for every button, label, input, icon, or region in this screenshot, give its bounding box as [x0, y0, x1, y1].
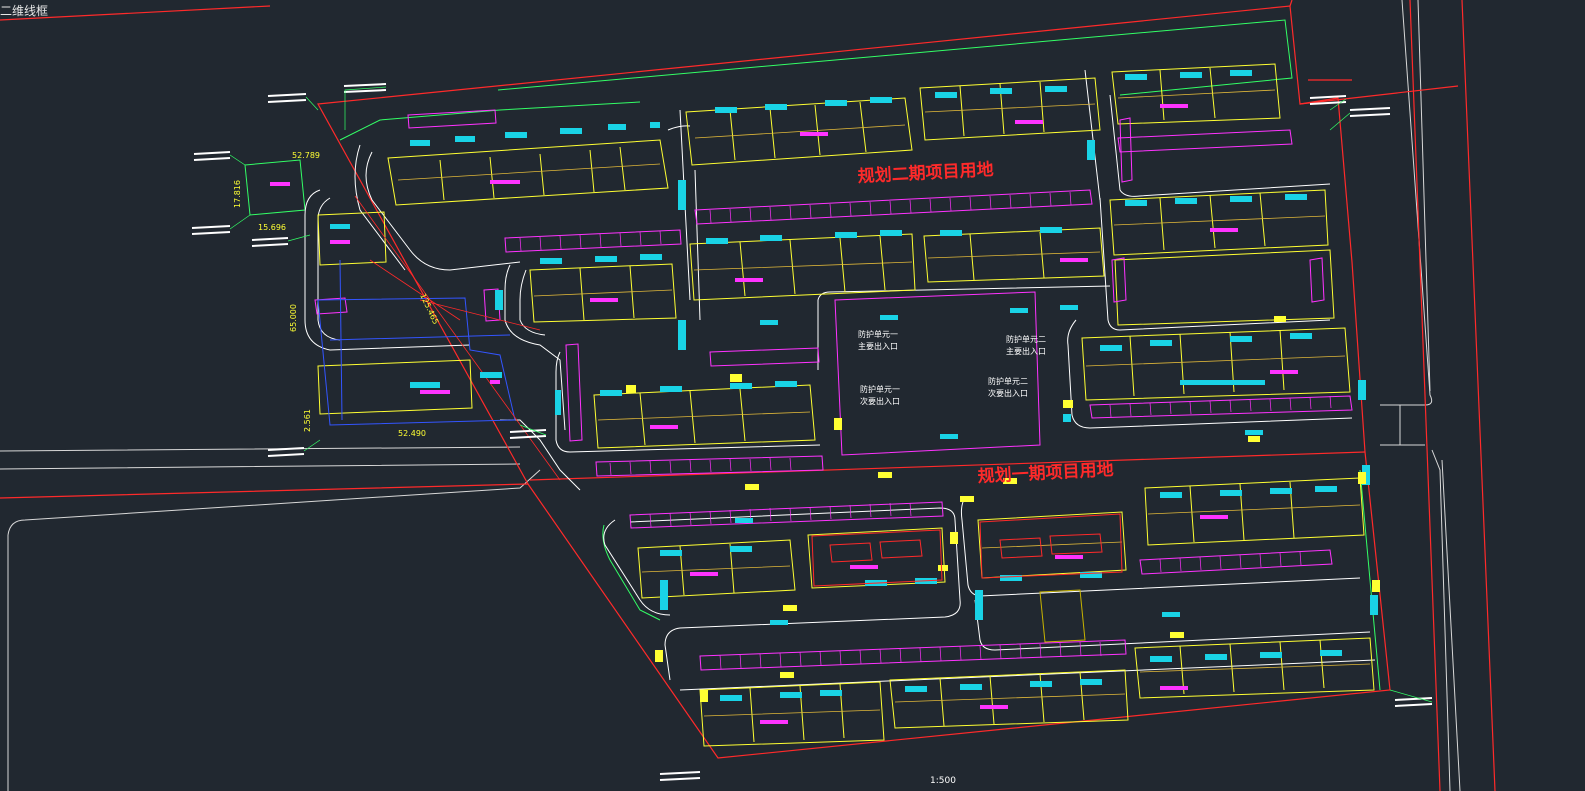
entrance-2-line2: 主要出入口 — [1006, 346, 1046, 356]
scale-label: 1:500 — [930, 776, 956, 786]
dimension-top: 52.789 — [292, 151, 320, 160]
dimension-bottom: 15.696 — [258, 223, 286, 232]
entrance-3-line1: 防护单元一 — [860, 384, 900, 394]
cyan-labels — [330, 70, 1378, 701]
entrance-1-line1: 防护单元一 — [858, 329, 898, 339]
dimension-small: 2.561 — [303, 409, 312, 432]
dimension-labels: 52.789 17.816 15.696 125.465 65.000 2.56… — [233, 151, 440, 438]
dimension-left: 17.816 — [233, 180, 242, 208]
dimension-base: 52.490 — [398, 429, 426, 438]
entrance-4-line1: 防护单元二 — [988, 376, 1028, 386]
entrance-2-line1: 防护单元二 — [1006, 334, 1046, 344]
entrance-1-line2: 主要出入口 — [858, 341, 898, 351]
entrance-4-line2: 次要出入口 — [988, 388, 1028, 398]
magenta-labels — [270, 104, 1298, 724]
entrance-labels: 防护单元一 主要出入口 防护单元二 主要出入口 防护单元一 次要出入口 防护单元… — [858, 329, 1046, 406]
building-footprints — [317, 63, 1375, 747]
dimension-vertical: 65.000 — [289, 304, 298, 332]
basement-outline — [317, 259, 516, 426]
cad-drawing-canvas[interactable]: 规划二期项目用地 规划一期项目用地 防护单元一 主要出入口 防护单元二 主要出入… — [0, 0, 1585, 791]
entrance-3-line2: 次要出入口 — [860, 396, 900, 406]
phase2-label: 规划二期项目用地 — [857, 159, 994, 187]
internal-roads — [304, 69, 1353, 491]
phase1-label: 规划一期项目用地 — [977, 459, 1114, 487]
